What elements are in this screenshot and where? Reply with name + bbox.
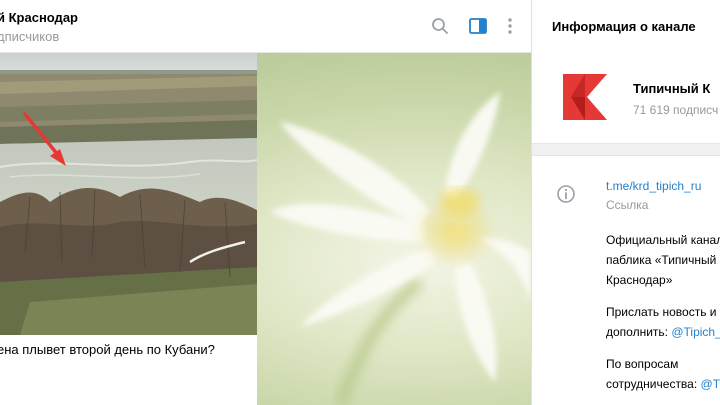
description-line: Краснодар» — [606, 273, 673, 287]
channel-link[interactable]: t.me/krd_tipich_ru — [606, 179, 701, 193]
message-photo[interactable] — [0, 52, 257, 335]
description-text: дополнить: — [606, 325, 672, 339]
search-button[interactable] — [428, 14, 452, 38]
message-caption: ена плывет второй день по Кубани? — [0, 342, 215, 357]
channel-description: Официальный канал паблика «Типичный Крас… — [606, 230, 720, 394]
channel-info-panel: Информация о канале Типичный К 71 619 по… — [531, 0, 720, 405]
channel-logo-icon[interactable] — [563, 74, 607, 120]
username-mention-link[interactable]: @Tipich_ — [671, 325, 720, 339]
description-line: По вопросам — [606, 357, 679, 371]
panel-divider — [532, 143, 720, 156]
more-vertical-icon — [508, 18, 512, 34]
chat-title[interactable]: й Краснодар — [0, 10, 78, 25]
info-icon — [557, 185, 575, 203]
description-line: Прислать новость и — [606, 305, 717, 319]
description-text: сотрудничества: — [606, 377, 701, 391]
chat-header[interactable]: й Краснодар дписчиков — [0, 0, 531, 53]
message-bubble[interactable]: ена плывет второй день по Кубани? — [0, 52, 257, 405]
description-line: паблика «Типичный — [606, 253, 717, 267]
search-icon — [432, 18, 448, 34]
toggle-info-panel-button[interactable] — [466, 14, 490, 38]
username-mention-link[interactable]: @Ti — [701, 377, 720, 391]
side-panel-icon — [469, 18, 487, 34]
description-line: Официальный канал — [606, 233, 720, 247]
panel-title: Информация о канале — [552, 19, 696, 34]
subscriber-count: 71 619 подписч — [633, 103, 719, 117]
more-options-button[interactable] — [498, 14, 522, 38]
channel-name: Типичный К — [633, 81, 711, 96]
link-label: Ссылка — [606, 198, 649, 212]
chat-area: й Краснодар дписчиков ена плывет второй … — [0, 0, 531, 405]
description-line: дополнить: @Tipich_ — [606, 322, 720, 342]
river-photo-image — [0, 52, 257, 335]
description-line: сотрудничества: @Ti — [606, 374, 720, 394]
chat-subtitle: дписчиков — [0, 29, 60, 44]
